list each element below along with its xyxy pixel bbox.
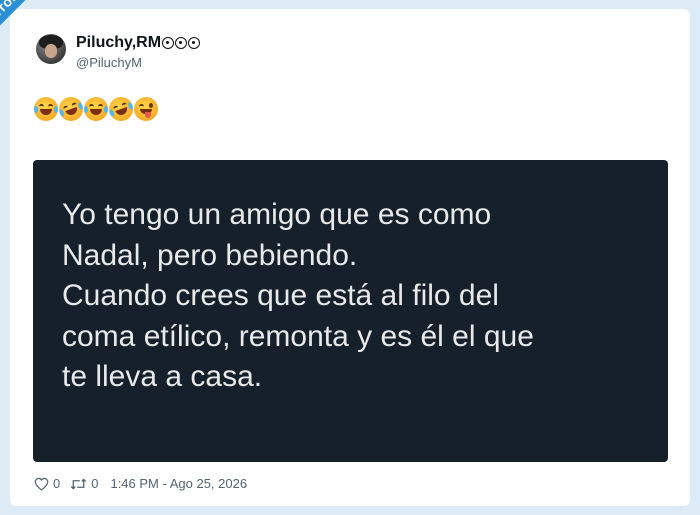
- heart-icon: [34, 477, 49, 491]
- quote-line: coma etílico, remonta y es él el que: [62, 319, 534, 353]
- quote-line: Cuando crees que está al filo del: [62, 279, 499, 312]
- like-count: 0: [53, 476, 61, 491]
- tweet-footer: 0 0 1:46 PM - Ago 25, 2026: [34, 476, 247, 491]
- soccer-ball-icon: [188, 37, 201, 49]
- tweet-timestamp[interactable]: 1:46 PM - Ago 25, 2026: [110, 476, 247, 491]
- like-button[interactable]: 0: [34, 476, 60, 491]
- soccer-ball-icon: [175, 37, 188, 49]
- quote-line: te lleva a casa.: [62, 360, 263, 393]
- avatar[interactable]: [36, 34, 66, 64]
- name-emoji-badges: [162, 37, 201, 49]
- winking-face-with-tongue-emoji-icon: [134, 97, 158, 121]
- rolling-on-floor-laughing-emoji-icon: [55, 93, 87, 125]
- tears-of-joy-emoji-icon: [84, 97, 108, 121]
- author-name[interactable]: Piluchy,RM: [76, 34, 161, 52]
- quote-line: Nadal, pero bebiendo.: [62, 238, 358, 272]
- quote-line: Yo tengo un amigo que es como: [62, 198, 492, 231]
- tears-of-joy-emoji-icon: [34, 97, 58, 121]
- retweet-count: 0: [91, 476, 99, 491]
- avatar-face: [45, 44, 57, 58]
- retweet-icon: [71, 477, 87, 490]
- quoted-text: Yo tengo un amigo que es como Nadal, per…: [62, 195, 662, 398]
- author-handle[interactable]: @PiluchyM: [76, 55, 142, 70]
- tweet-emoji-text: [34, 93, 158, 125]
- retweet-button[interactable]: 0: [70, 476, 98, 491]
- author-name-row[interactable]: Piluchy,RM: [76, 34, 201, 52]
- soccer-ball-icon: [162, 37, 175, 49]
- rolling-on-floor-laughing-emoji-icon: [105, 93, 137, 125]
